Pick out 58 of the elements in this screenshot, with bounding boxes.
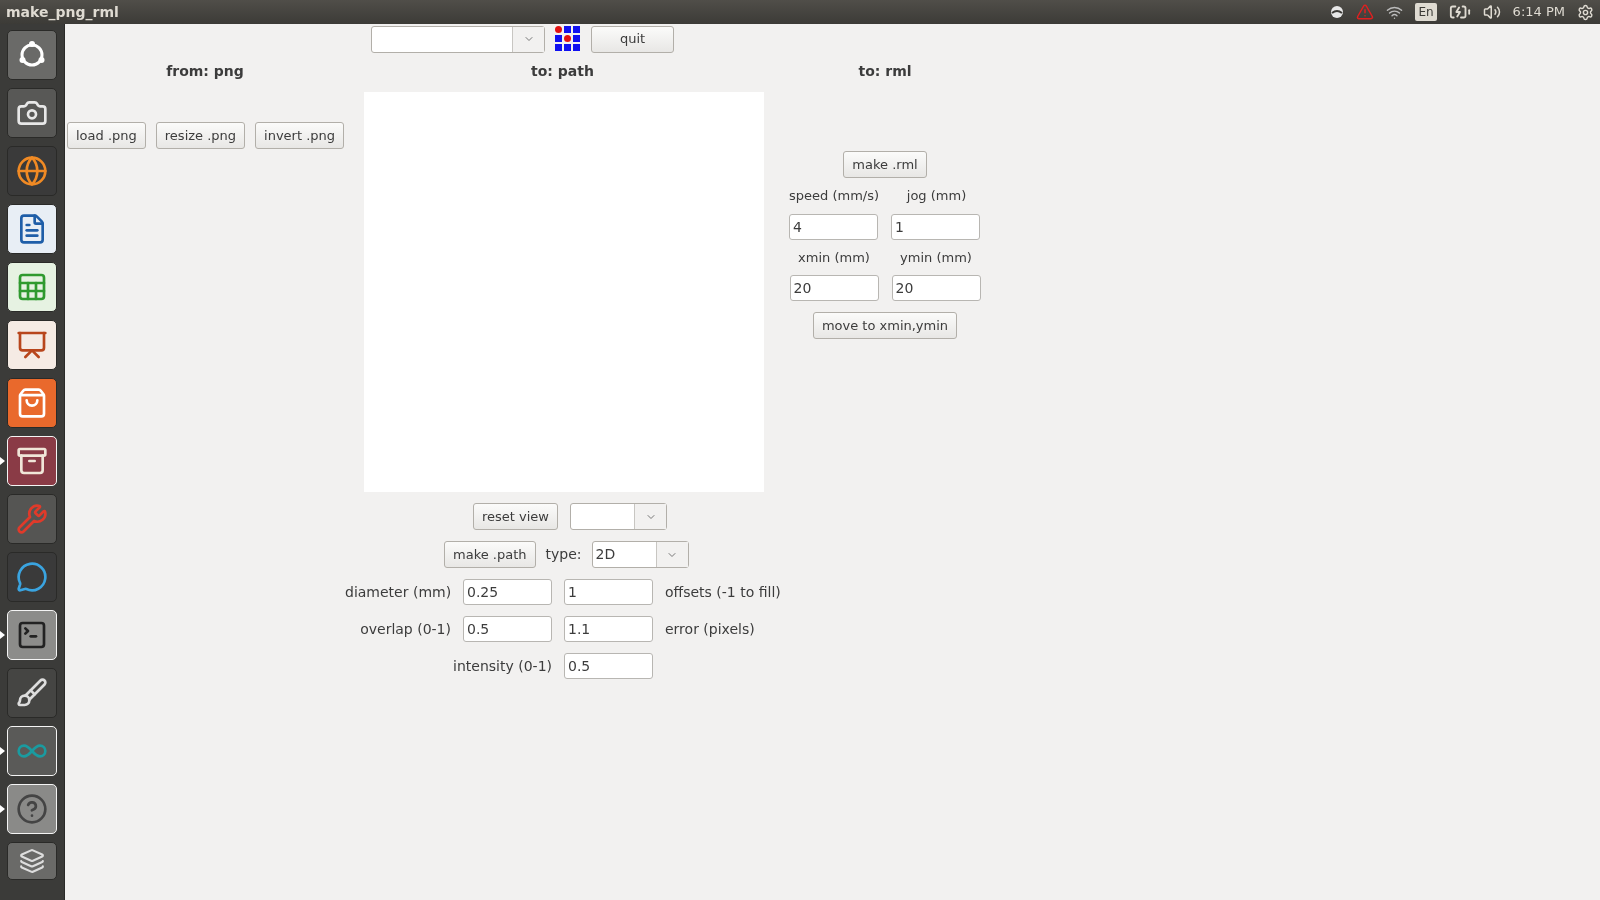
move-button[interactable]: move to xmin,ymin	[812, 312, 958, 339]
input-field[interactable]: 1.1	[564, 616, 653, 642]
type-dropdown[interactable]: 2D	[591, 541, 689, 568]
quit-button[interactable]: quit	[591, 25, 674, 53]
presentation-icon	[16, 329, 48, 361]
layers-icon	[19, 848, 45, 874]
field-label: jog (mm)	[905, 187, 968, 205]
input-field[interactable]: 1	[891, 213, 980, 240]
field-label: diameter (mm)	[345, 582, 451, 602]
launcher-item[interactable]	[7, 88, 57, 138]
input-field[interactable]: 0.25	[463, 579, 552, 605]
field-label: offsets (-1 to fill)	[665, 582, 781, 602]
launcher-item[interactable]	[7, 320, 57, 370]
field-label: error (pixels)	[665, 619, 755, 639]
globe-icon	[16, 155, 48, 187]
input-field[interactable]: 20	[891, 275, 981, 301]
shopping-bag-icon	[16, 387, 48, 419]
field-label: xmin (mm)	[797, 248, 871, 267]
launcher-item[interactable]	[7, 842, 57, 880]
field-label: speed (mm/s)	[789, 187, 879, 205]
section-heading: to: rml	[858, 62, 912, 81]
toolbar-button[interactable]: resize .png	[155, 122, 246, 149]
input-field[interactable]: 0.5	[463, 616, 552, 642]
help-icon	[16, 793, 48, 825]
type-label: type:	[545, 545, 582, 564]
clock[interactable]: 6:14 PM	[1512, 2, 1565, 22]
launcher-item[interactable]	[7, 262, 57, 312]
section-heading: from: png	[165, 62, 245, 81]
terminal-icon	[16, 619, 48, 651]
field-label: ymin (mm)	[899, 248, 973, 267]
launcher-item[interactable]	[7, 204, 57, 254]
input-field[interactable]: 1	[564, 579, 653, 605]
launcher-item[interactable]	[7, 378, 57, 428]
launcher-item[interactable]	[7, 146, 57, 196]
brush-icon	[16, 677, 48, 709]
input-field[interactable]: 0.5	[564, 653, 653, 679]
keyboard-indicator[interactable]: En	[1415, 3, 1437, 21]
file-cabinet-icon	[16, 445, 48, 477]
input-field[interactable]: 4	[789, 213, 878, 240]
section-heading: to: path	[530, 62, 595, 81]
spreadsheet-icon	[16, 271, 48, 303]
toolbar-button[interactable]: load .png	[67, 122, 146, 149]
settings-icon[interactable]	[1577, 3, 1594, 21]
reset-view-button[interactable]: reset view	[473, 503, 558, 530]
launcher-item[interactable]	[7, 30, 57, 80]
field-label: overlap (0-1)	[359, 619, 451, 639]
input-field[interactable]: 20	[789, 275, 879, 301]
make-rml-button[interactable]: make .rml	[843, 151, 927, 178]
speech-bubble-icon	[16, 561, 48, 593]
toolbar-button[interactable]: invert .png	[255, 122, 345, 149]
grid-icon	[555, 26, 581, 52]
launcher-item[interactable]	[7, 668, 57, 718]
status-circle-icon[interactable]	[1330, 5, 1345, 19]
volume-icon[interactable]	[1482, 3, 1501, 21]
window-title: make_png_rml	[6, 2, 119, 23]
wrench-icon	[16, 503, 48, 535]
make-path-button[interactable]: make .path	[444, 541, 536, 568]
field-label: intensity (0-1)	[452, 656, 552, 676]
